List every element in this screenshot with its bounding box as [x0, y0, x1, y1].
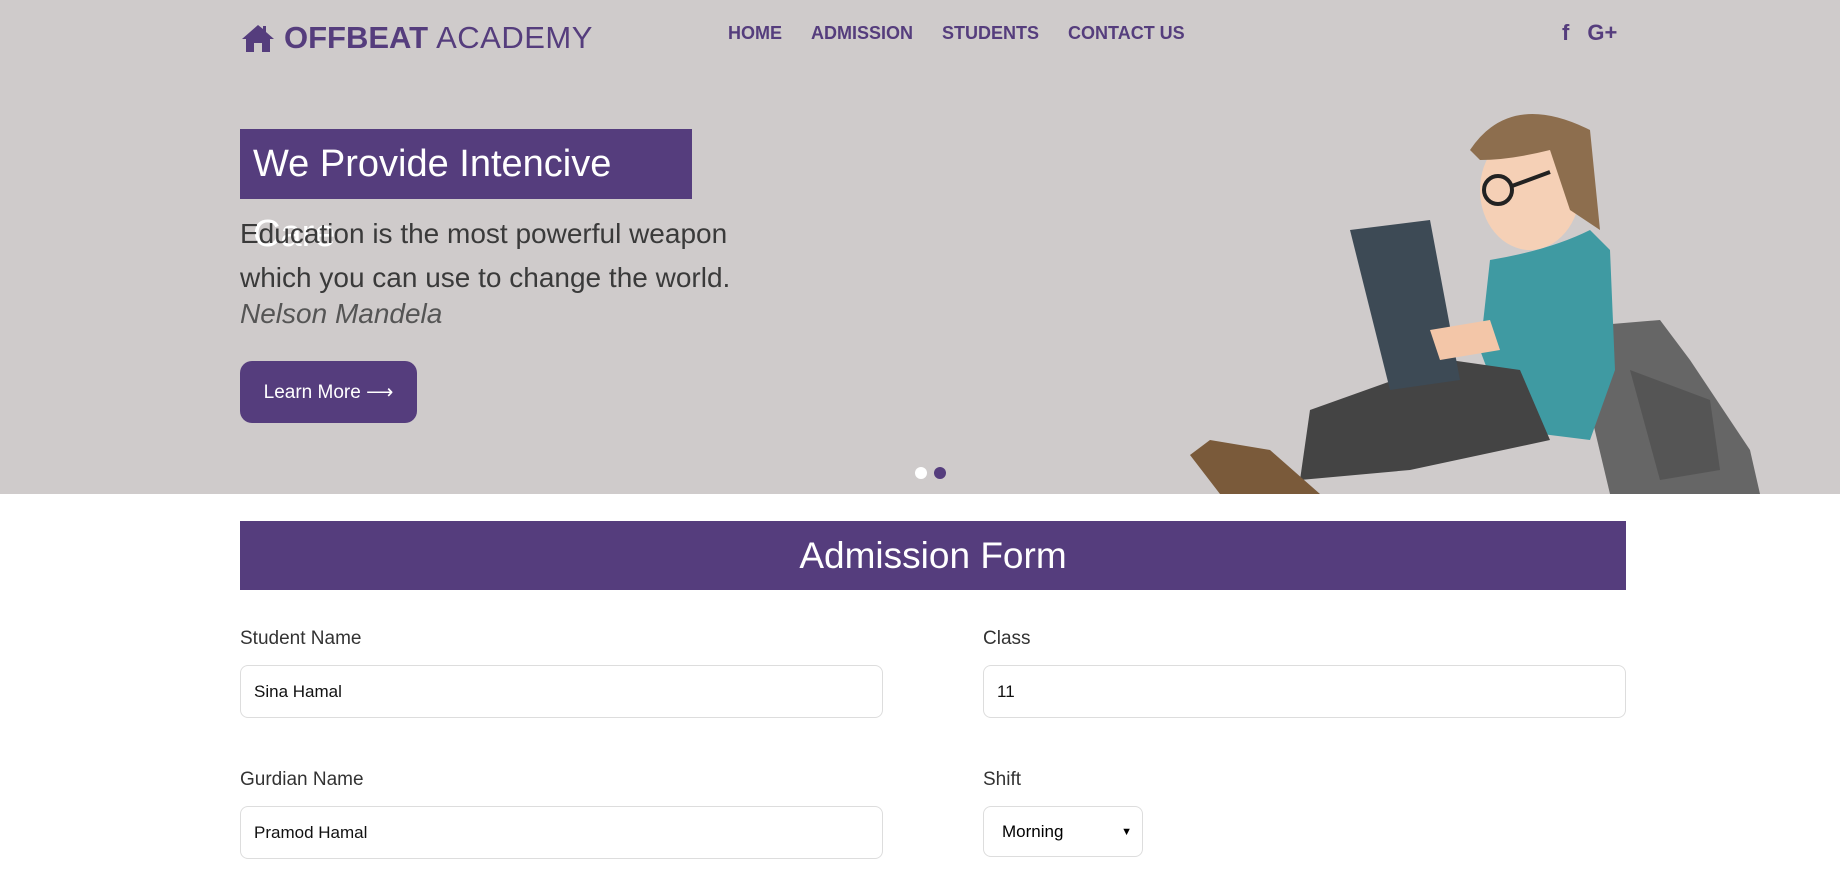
- home-icon: [242, 25, 274, 52]
- class-input[interactable]: 11: [983, 665, 1626, 718]
- main-nav: HOME ADMISSION STUDENTS CONTACT US: [728, 23, 1185, 44]
- caret-down-icon: ▼: [1121, 825, 1132, 838]
- brand-name-light: ACADEMY: [436, 20, 593, 55]
- nav-contact-us[interactable]: CONTACT US: [1068, 23, 1185, 44]
- student-name-label: Student Name: [240, 628, 362, 649]
- shift-select[interactable]: Morning ▼: [983, 806, 1143, 857]
- carousel-dot-2[interactable]: [934, 467, 946, 479]
- learn-more-button[interactable]: Learn More ⟶: [240, 361, 417, 423]
- quote-line-2: which you can use to change the world.: [240, 262, 731, 293]
- nav-home[interactable]: HOME: [728, 23, 782, 44]
- carousel-dot-1[interactable]: [915, 467, 927, 479]
- guardian-name-label: Gurdian Name: [240, 769, 364, 790]
- hero-banner: OFFBEAT ACADEMY HOME ADMISSION STUDENTS …: [0, 0, 1840, 494]
- nav-students[interactable]: STUDENTS: [942, 23, 1039, 44]
- hero-quote: Education is the most powerful weapon wh…: [240, 212, 730, 300]
- admission-form-title: Admission Form: [240, 521, 1626, 590]
- quote-line-1: Education is the most powerful weapon: [240, 218, 728, 249]
- guardian-name-input[interactable]: Pramod Hamal: [240, 806, 883, 859]
- quote-author: Nelson Mandela: [240, 298, 443, 329]
- student-name-input[interactable]: Sina Hamal: [240, 665, 883, 718]
- social-links: f G+: [1562, 20, 1617, 46]
- shift-label: Shift: [983, 769, 1022, 790]
- brand-logo[interactable]: OFFBEAT ACADEMY: [240, 20, 593, 56]
- class-label: Class: [983, 628, 1031, 649]
- nav-admission[interactable]: ADMISSION: [811, 23, 913, 44]
- brand-name-bold: OFFBEAT: [284, 20, 429, 55]
- shift-selected-value: Morning: [1002, 821, 1064, 841]
- hero-title: We Provide Intencive Care: [240, 129, 692, 255]
- google-plus-icon[interactable]: G+: [1587, 20, 1617, 46]
- student-illustration: [1190, 114, 1760, 494]
- facebook-icon[interactable]: f: [1562, 20, 1569, 46]
